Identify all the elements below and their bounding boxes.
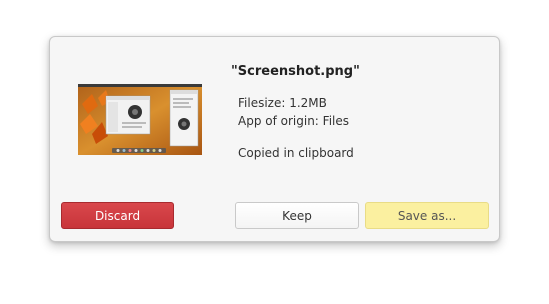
keep-button[interactable]: Keep xyxy=(235,202,359,229)
screenshot-thumbnail xyxy=(78,84,202,155)
discard-button[interactable]: Discard xyxy=(61,202,174,229)
file-name: "Screenshot.png" xyxy=(231,64,360,79)
save-as-button[interactable]: Save as... xyxy=(365,202,489,229)
app-of-origin: App of origin: Files xyxy=(238,114,349,128)
file-size: Filesize: 1.2MB xyxy=(238,96,327,110)
clipboard-status: Copied in clipboard xyxy=(238,146,354,160)
screenshot-dialog: "Screenshot.png" Filesize: 1.2MB App of … xyxy=(49,36,500,242)
